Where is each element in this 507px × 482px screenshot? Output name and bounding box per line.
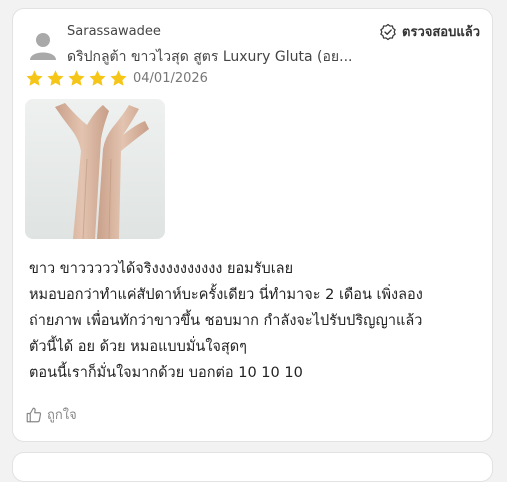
verified-label: ตรวจสอบแล้ว [402, 25, 480, 40]
review-card: Sarassawadee ตรวจสอบแล้ว ดริปกลูต้า ขาวไ… [12, 8, 493, 442]
user-avatar-icon [30, 33, 56, 60]
star-rating [25, 69, 128, 88]
like-label: ถูกใจ [47, 408, 77, 423]
star-icon [47, 70, 64, 86]
like-button[interactable]: ถูกใจ [25, 404, 77, 425]
review-text-line: ตอนนี้เราก็มั่นใจมากด้วย บอกต่อ 10 10 10 [29, 365, 303, 381]
thumbs-up-icon [26, 407, 42, 422]
star-icon [89, 70, 106, 86]
review-text-line: หมอบอกว่าทำแค่สัปดาห์บะครั้งเดียว นี่ทำม… [29, 287, 423, 303]
review-photo[interactable] [25, 99, 165, 239]
review-text-line: ตัวนี้ได้ อย ด้วย หมอแบบมั่นใจสุดๆ [29, 339, 247, 355]
verified-badge: ตรวจสอบแล้ว [379, 21, 480, 42]
verified-badge-icon [380, 23, 396, 40]
star-icon [26, 70, 43, 86]
next-review-card [12, 452, 493, 482]
star-icon [68, 70, 85, 86]
product-name-link[interactable]: ดริปกลูต้า ขาวไวสุด สูตร Luxury Gluta (อ… [67, 46, 377, 68]
review-text-line: ขาว ขาวววววได้จริงงงงงงงงงง ยอมรับเลย [29, 261, 294, 277]
review-text-line: ถ่ายภาพ เพื่อนทักว่าขาวขึ้น ชอบมาก กำลัง… [29, 313, 423, 329]
review-text: ขาว ขาวววววได้จริงงงงงงงงงง ยอมรับเลยหมอ… [29, 256, 489, 386]
reviewer-name: Sarassawadee [67, 24, 161, 39]
star-icon [110, 70, 127, 86]
review-date: 04/01/2026 [133, 71, 208, 86]
review-photo-image [25, 99, 165, 239]
